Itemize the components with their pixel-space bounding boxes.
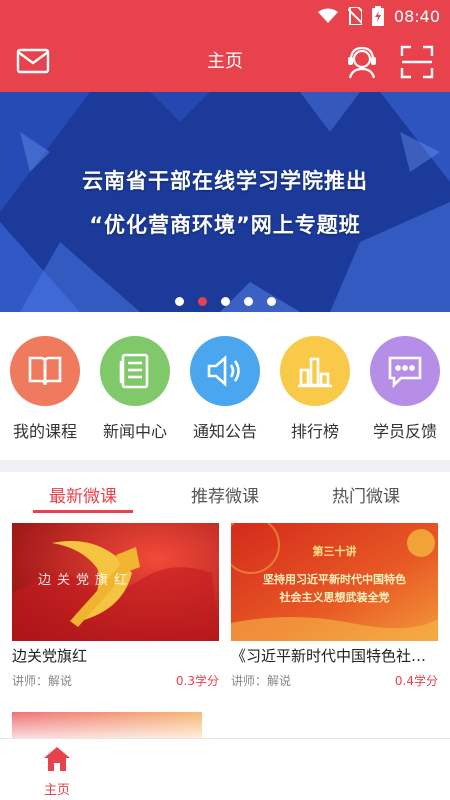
course-card[interactable]: 第三十讲 坚持用习近平新时代中国特色 社会主义思想武装全党 《习近平新时代中国特… (231, 523, 438, 689)
battery-icon (371, 6, 384, 26)
course-teacher: 讲师：解说 (231, 674, 292, 688)
book-icon (10, 336, 80, 406)
carousel-dot[interactable] (243, 297, 253, 306)
thumbnail-caption: 社会主义思想武装全党 (279, 591, 390, 604)
course-thumbnail: 边关党旗红 (12, 523, 219, 641)
top-header: 主页 (0, 32, 450, 92)
course-thumbnail: 第三十讲 坚持用习近平新时代中国特色 社会主义思想武装全党 (231, 523, 438, 641)
quick-item-label: 我的课程 (12, 422, 77, 441)
carousel-dot[interactable] (174, 297, 184, 306)
scan-icon[interactable] (400, 45, 434, 79)
course-meta: 讲师：解说 0.4学分 (231, 672, 438, 689)
page-title: 主页 (207, 51, 243, 72)
speaker-icon (190, 336, 260, 406)
course-title: 边关党旗红 (12, 647, 88, 665)
home-icon (44, 747, 70, 771)
feedback-icon (370, 336, 440, 406)
course-credit: 0.3学分 (175, 674, 219, 688)
course-card[interactable]: 边关党旗红 边关党旗红 讲师：解说 0.3学分 (12, 523, 219, 689)
course-teacher: 讲师：解说 (12, 674, 73, 688)
banner-headline-line2: “优化营商环境”网上专题班 (89, 213, 361, 237)
promo-banner[interactable]: 云南省干部在线学习学院推出 “优化营商环境”网上专题班 (0, 92, 450, 312)
tab-popular[interactable]: 热门微课 (301, 482, 431, 507)
tab-latest[interactable]: 最新微课 (18, 482, 148, 507)
bottom-nav: 主页 (0, 738, 450, 800)
quick-item-label: 新闻中心 (102, 422, 167, 441)
course-tabs: 最新微课 推荐微课 热门微课 (0, 472, 450, 518)
no-sim-icon (347, 7, 362, 25)
quick-item-label: 排行榜 (290, 422, 339, 441)
carousel-dot[interactable] (266, 297, 276, 306)
active-tab-indicator (33, 510, 133, 513)
tab-recommended[interactable]: 推荐微课 (160, 482, 290, 507)
banner-headline-line1: 云南省干部在线学习学院推出 (82, 169, 368, 193)
carousel-dot[interactable] (220, 297, 230, 306)
course-title: 《习近平新时代中国特色社… (231, 647, 427, 665)
nav-home[interactable]: 主页 (30, 745, 84, 798)
quick-item-notices[interactable]: 通知公告 (180, 336, 270, 442)
scroll-fade (0, 700, 450, 740)
section-divider (0, 460, 450, 472)
status-bar: 08:40 (0, 0, 450, 32)
course-meta: 讲师：解说 0.3学分 (12, 672, 219, 689)
nav-home-label: 主页 (43, 783, 70, 798)
quick-item-label: 通知公告 (192, 422, 257, 441)
quick-item-my-courses[interactable]: 我的课程 (0, 336, 90, 442)
quick-item-feedback[interactable]: 学员反馈 (360, 336, 450, 442)
clock-time: 08:40 (393, 6, 440, 26)
news-icon (100, 336, 170, 406)
quick-item-news-center[interactable]: 新闻中心 (90, 336, 180, 442)
course-credit: 0.4学分 (394, 674, 438, 688)
banner-background (0, 92, 450, 312)
bar-chart-icon (280, 336, 350, 406)
wifi-icon (317, 8, 338, 24)
thumbnail-caption: 第三十讲 (312, 545, 357, 558)
thumbnail-caption: 坚持用习近平新时代中国特色 (263, 573, 406, 586)
carousel-indicator (0, 297, 450, 306)
quick-item-ranking[interactable]: 排行榜 (270, 336, 360, 442)
quick-menu: 我的课程 新闻中心 通知公告 排行榜 学员反馈 (0, 312, 450, 460)
carousel-dot-active[interactable] (197, 297, 207, 306)
thumbnail-caption: 边关党旗红 (38, 573, 134, 588)
customer-service-icon[interactable] (344, 44, 380, 80)
quick-item-label: 学员反馈 (372, 422, 437, 441)
